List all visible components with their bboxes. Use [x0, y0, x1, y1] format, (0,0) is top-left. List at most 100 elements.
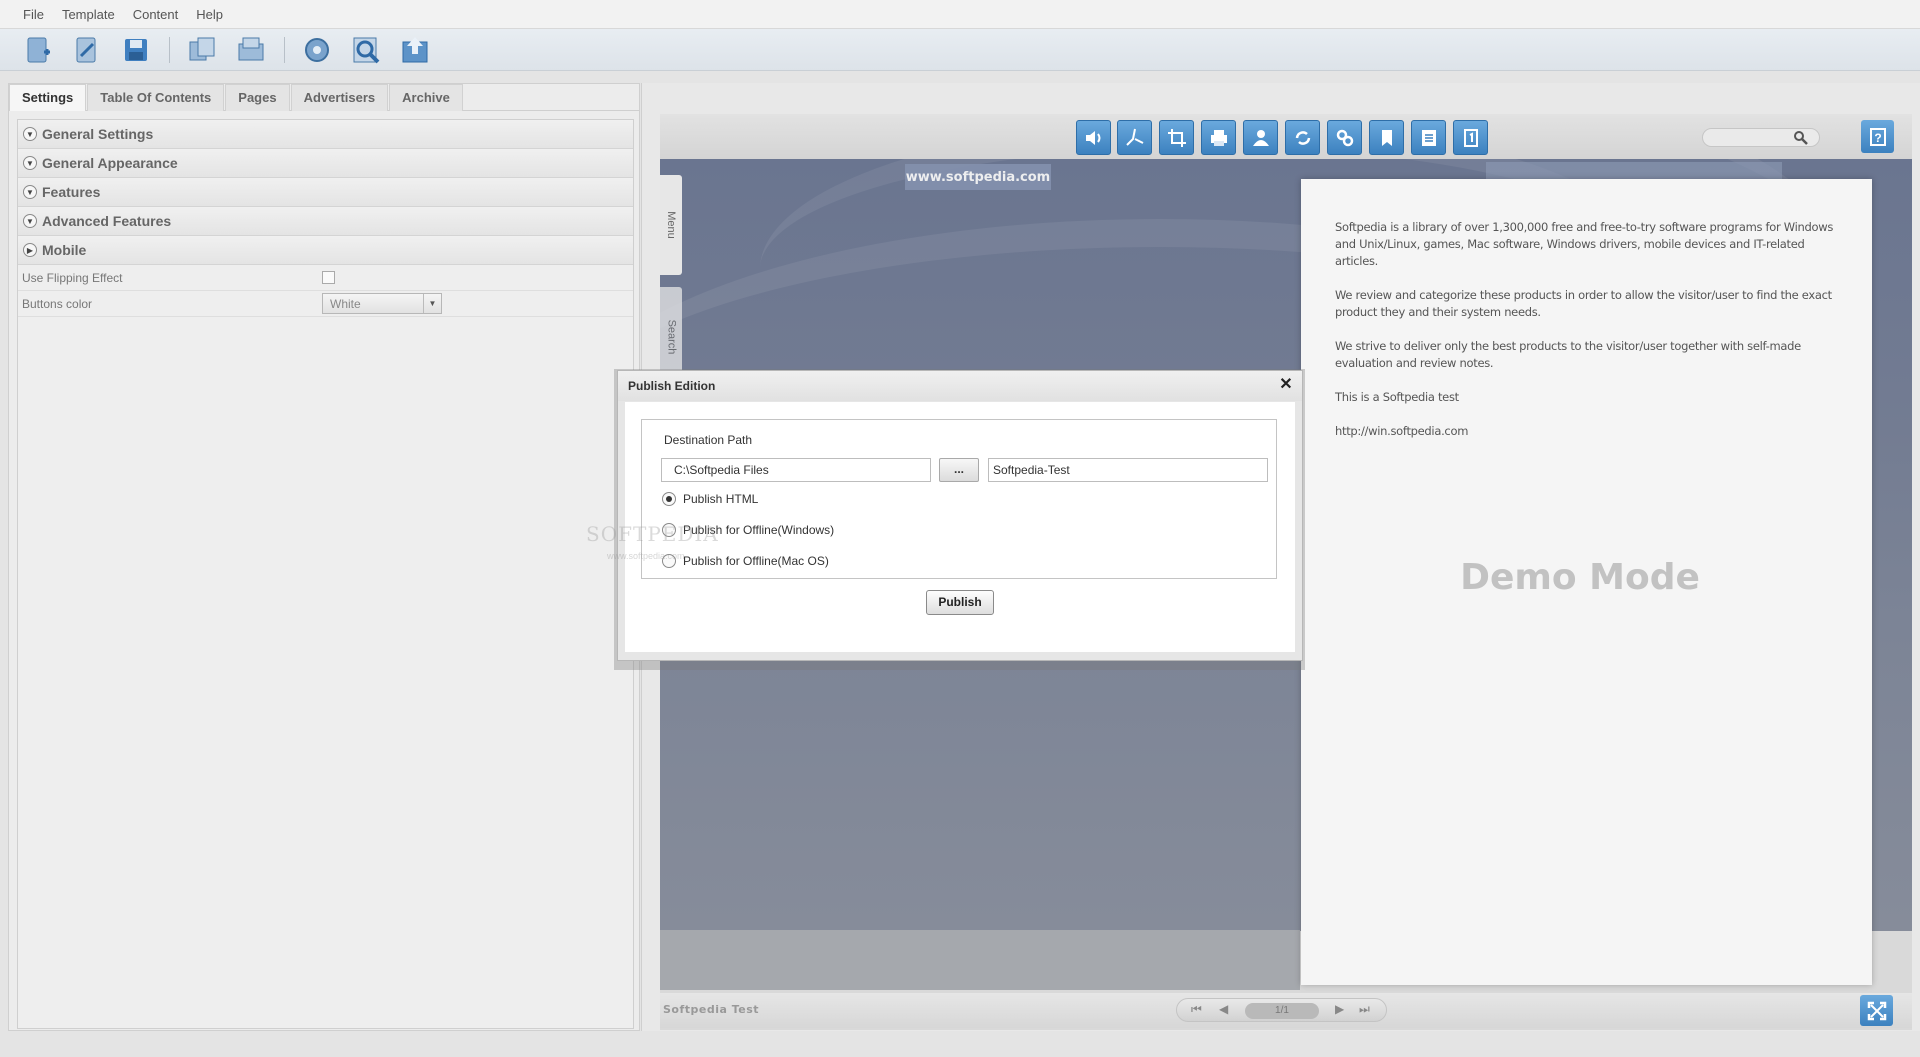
prop-label: Use Flipping Effect — [22, 270, 123, 285]
page-paragraph: This is a Softpedia test — [1335, 390, 1459, 404]
section-general-settings[interactable]: ▼ General Settings — [18, 120, 633, 149]
page-paragraph: We strive to deliver only the best produ… — [1335, 339, 1801, 370]
main-toolbar — [0, 29, 1920, 71]
open-project-icon — [76, 37, 96, 62]
menu-help[interactable]: Help — [196, 7, 223, 22]
stage-floor — [660, 930, 1300, 990]
user-icon — [1252, 129, 1269, 146]
publish-button[interactable]: Publish — [926, 590, 994, 615]
side-tab-label: Menu — [665, 211, 677, 239]
book-title: Softpedia Test — [663, 1003, 760, 1016]
prop-buttons-color: Buttons color White ▼ — [18, 291, 633, 317]
section-mobile[interactable]: ▶ Mobile — [18, 236, 633, 265]
settings-list: ▼ General Settings ▼ General Appearance … — [17, 119, 634, 1029]
destination-path-input[interactable]: C:\Softpedia Files — [661, 458, 931, 482]
print-icon — [1210, 129, 1227, 146]
svg-text:?: ? — [1874, 131, 1881, 145]
link-button[interactable] — [1327, 120, 1362, 155]
tab-settings[interactable]: Settings — [9, 84, 87, 111]
tab-pages[interactable]: Pages — [225, 84, 290, 111]
bookmark-icon — [1381, 129, 1392, 146]
next-page-icon[interactable]: ▶ — [1335, 1002, 1344, 1016]
option-publish-html[interactable]: Publish HTML — [662, 492, 758, 506]
settings-wheel-button[interactable] — [299, 32, 335, 68]
prop-use-flipping-effect: Use Flipping Effect — [18, 265, 633, 291]
page-paragraph: We review and categorize these products … — [1335, 288, 1832, 319]
single-page-icon — [1463, 128, 1478, 147]
side-tab-menu[interactable]: Menu — [660, 175, 682, 275]
section-features[interactable]: ▼ Features — [18, 178, 633, 207]
section-general-appearance[interactable]: ▼ General Appearance — [18, 149, 633, 178]
destination-fieldset: Destination Path C:\Softpedia Files ... … — [641, 419, 1277, 579]
expand-icon: ▼ — [23, 127, 37, 141]
demo-mode-watermark: Demo Mode — [1460, 557, 1700, 598]
last-page-icon[interactable]: ⏭ — [1359, 1002, 1370, 1017]
fullscreen-icon — [1867, 1001, 1886, 1020]
menu-bar: File Template Content Help — [0, 0, 1920, 29]
tab-advertisers[interactable]: Advertisers — [290, 84, 389, 111]
expand-icon: ▼ — [23, 156, 37, 170]
dialog-title: Publish Edition — [618, 371, 1302, 401]
publish-button-toolbar[interactable] — [397, 32, 433, 68]
section-advanced-features[interactable]: ▼ Advanced Features — [18, 207, 633, 236]
bookmark-button[interactable] — [1369, 120, 1404, 155]
batch-convert-icon — [238, 37, 264, 60]
import-pdf-button[interactable] — [184, 32, 220, 68]
site-banner: www.softpedia.com — [905, 164, 1051, 190]
import-pdf-icon — [189, 37, 215, 60]
page-text: Softpedia is a library of over 1,300,000… — [1335, 219, 1835, 457]
open-project-button[interactable] — [69, 32, 105, 68]
link-icon — [1336, 129, 1353, 146]
new-project-button[interactable] — [20, 32, 56, 68]
publish-icon — [402, 36, 428, 62]
expand-icon: ▼ — [23, 214, 37, 228]
search-icon[interactable] — [1793, 130, 1809, 146]
buttons-color-select[interactable]: White ▼ — [322, 293, 442, 314]
sound-button[interactable] — [1076, 120, 1111, 155]
page-indicator[interactable]: 1/1 — [1245, 1003, 1319, 1019]
flipping-effect-checkbox[interactable] — [322, 271, 335, 284]
print-button[interactable] — [1201, 120, 1236, 155]
preview-button[interactable] — [348, 32, 384, 68]
page-link[interactable]: http://win.softpedia.com — [1335, 423, 1835, 440]
share-button[interactable] — [1285, 120, 1320, 155]
settings-wheel-icon — [305, 37, 329, 62]
option-label: Publish HTML — [683, 492, 759, 506]
prop-label: Buttons color — [22, 296, 93, 311]
book-page: Softpedia is a library of over 1,300,000… — [1301, 179, 1872, 985]
first-page-icon[interactable]: ⏮ — [1191, 1002, 1202, 1017]
menu-file[interactable]: File — [23, 7, 44, 22]
softpedia-watermark: SOFTPEDIA — [586, 522, 719, 546]
section-label: Mobile — [42, 242, 87, 258]
section-label: Features — [42, 184, 101, 200]
section-label: Advanced Features — [42, 213, 172, 229]
pdf-button[interactable] — [1117, 120, 1152, 155]
crop-button[interactable] — [1159, 120, 1194, 155]
fullscreen-button[interactable] — [1860, 995, 1893, 1026]
notes-button[interactable] — [1411, 120, 1446, 155]
destination-legend: Destination Path — [664, 433, 753, 447]
tab-table-of-contents[interactable]: Table Of Contents — [87, 84, 225, 111]
save-button[interactable] — [118, 32, 154, 68]
option-offline-macos[interactable]: Publish for Offline(Mac OS) — [662, 554, 829, 568]
edition-name-input[interactable]: Softpedia-Test — [988, 458, 1268, 482]
tab-archive[interactable]: Archive — [389, 84, 463, 111]
side-tab-label: Search — [665, 319, 678, 355]
save-icon — [125, 38, 147, 61]
browse-button[interactable]: ... — [939, 458, 979, 482]
dialog-body: Destination Path C:\Softpedia Files ... … — [625, 402, 1295, 652]
radio-selected[interactable] — [662, 492, 676, 506]
section-label: General Appearance — [42, 155, 178, 171]
help-button[interactable]: ? — [1861, 120, 1894, 153]
user-button[interactable] — [1243, 120, 1278, 155]
menu-template[interactable]: Template — [62, 7, 115, 22]
close-icon[interactable]: ✕ — [1278, 377, 1294, 393]
single-page-button[interactable] — [1453, 120, 1488, 155]
section-label: General Settings — [42, 126, 154, 142]
prev-page-icon[interactable]: ◀ — [1219, 1002, 1228, 1016]
page-paragraph: Softpedia is a library of over 1,300,000… — [1335, 220, 1834, 268]
select-value: White — [330, 296, 361, 311]
menu-content[interactable]: Content — [133, 7, 179, 22]
preview-icon — [353, 37, 380, 63]
batch-convert-button[interactable] — [233, 32, 269, 68]
